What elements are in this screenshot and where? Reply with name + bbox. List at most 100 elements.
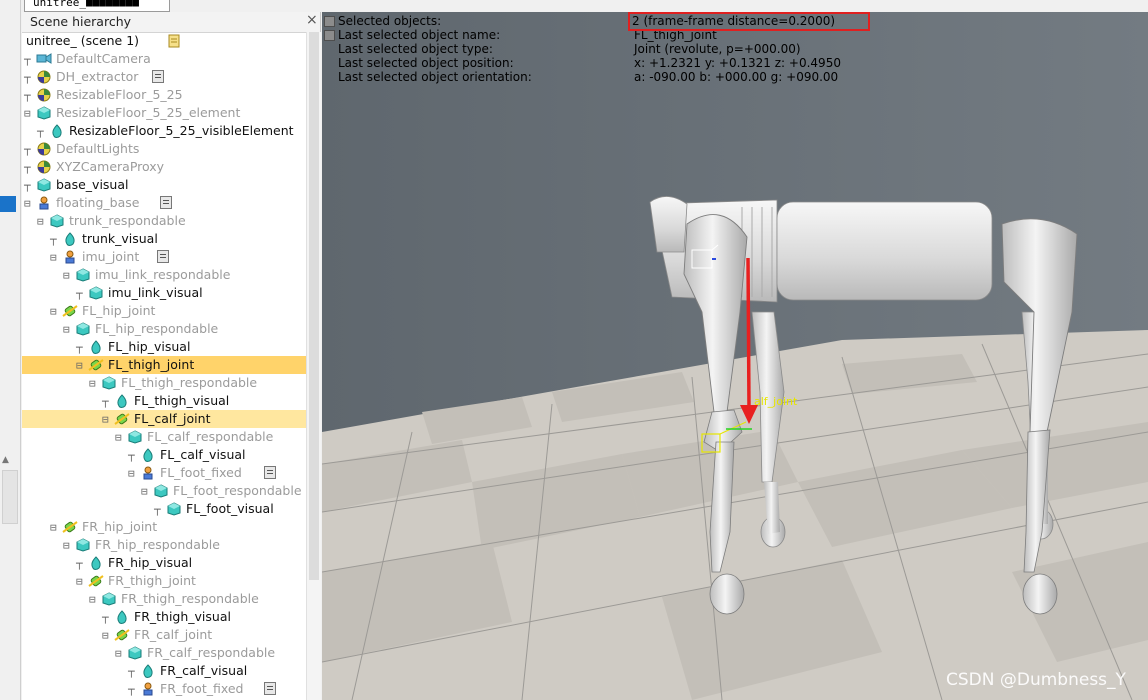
tree-item[interactable]: ⊟ FR_thigh_joint — [22, 572, 306, 590]
tree-item[interactable]: ⊟ FL_hip_joint — [22, 302, 306, 320]
tree-item[interactable]: ┬ FR_calf_visual — [22, 662, 306, 680]
tree-item[interactable]: ⊟ floating_base — [22, 194, 306, 212]
hierarchy-scrollbar[interactable] — [306, 32, 321, 700]
mesh-icon — [114, 393, 130, 409]
tree-item[interactable]: ┬ ResizableFloor_5_25 — [22, 86, 306, 104]
tree-item-label: FR_hip_respondable — [95, 537, 220, 552]
dummy-icon — [36, 141, 52, 157]
left-selection-marker — [0, 196, 16, 212]
tree-expander-icon[interactable]: ⊟ — [24, 107, 31, 120]
scene-script-icon[interactable] — [166, 33, 182, 49]
tree-expander-icon[interactable]: ┬ — [128, 449, 135, 462]
tree-item-label: imu_joint — [82, 249, 140, 264]
tree-expander-icon[interactable]: ┬ — [128, 683, 135, 696]
scrollbar-thumb[interactable] — [309, 32, 319, 580]
tree-item[interactable]: ┬ XYZCameraProxy — [22, 158, 306, 176]
tree-item[interactable]: ⊟ FL_thigh_respondable — [22, 374, 306, 392]
tree-expander-icon[interactable]: ┬ — [76, 341, 83, 354]
tree-expander-icon[interactable]: ┬ — [24, 89, 31, 102]
tree-item[interactable]: ┬ FR_thigh_visual — [22, 608, 306, 626]
left-scrollbar[interactable] — [2, 470, 18, 524]
tree-item[interactable]: ┬ ResizableFloor_5_25_visibleElement — [22, 122, 306, 140]
tree-item[interactable]: ┬ DefaultLights — [22, 140, 306, 158]
tree-item[interactable]: ┬ imu_link_visual — [22, 284, 306, 302]
tree-expander-icon[interactable]: ⊟ — [63, 323, 70, 336]
tree-expander-icon[interactable]: ⊟ — [141, 485, 148, 498]
tree-item[interactable]: ⊟ FL_thigh_joint — [22, 356, 306, 374]
tree-item[interactable]: ⊟ FL_hip_respondable — [22, 320, 306, 338]
shape-icon — [75, 537, 91, 553]
tree-expander-icon[interactable]: ┬ — [24, 53, 31, 66]
tree-expander-icon[interactable]: ⊟ — [50, 251, 57, 264]
tree-item[interactable]: ⊟ imu_joint — [22, 248, 306, 266]
tree-item[interactable]: ⊟ FR_calf_respondable — [22, 644, 306, 662]
tree-item[interactable]: ⊟ FL_foot_respondable — [22, 482, 306, 500]
tree-item[interactable]: ┬ DH_extractor — [22, 68, 306, 86]
tree-expander-icon[interactable]: ⊟ — [89, 593, 96, 606]
script-icon[interactable] — [160, 196, 172, 209]
tree-expander-icon[interactable]: ┬ — [24, 179, 31, 192]
tree-item[interactable]: ┬ FL_calf_visual — [22, 446, 306, 464]
tree-expander-icon[interactable]: ┬ — [24, 161, 31, 174]
tree-expander-icon[interactable]: ⊟ — [89, 377, 96, 390]
script-icon[interactable] — [152, 70, 164, 83]
tree-expander-icon[interactable]: ⊟ — [115, 431, 122, 444]
tree-expander-icon[interactable]: ┬ — [76, 287, 83, 300]
tree-expander-icon[interactable]: ⊟ — [115, 647, 122, 660]
info-toggle-icon[interactable] — [324, 16, 335, 27]
tree-expander-icon[interactable]: ┬ — [50, 233, 57, 246]
tree-item[interactable]: ⊟ imu_link_respondable — [22, 266, 306, 284]
tree-item[interactable]: ┬ FR_hip_visual — [22, 554, 306, 572]
script-icon[interactable] — [157, 250, 169, 263]
tree-item-label: FR_hip_visual — [108, 555, 193, 570]
tree-item[interactable]: ⊟ ResizableFloor_5_25_element — [22, 104, 306, 122]
tree-expander-icon[interactable]: ⊟ — [50, 305, 57, 318]
tree-item[interactable]: ⊟ FL_calf_respondable — [22, 428, 306, 446]
tree-item[interactable]: ┬ base_visual — [22, 176, 306, 194]
tree-item[interactable]: ⊟ FL_foot_fixed — [22, 464, 306, 482]
tree-item[interactable]: ┬ DefaultCamera — [22, 50, 306, 68]
tree-expander-icon[interactable]: ┬ — [102, 395, 109, 408]
tree-item[interactable]: unitree_ (scene 1) — [22, 32, 306, 50]
script-icon[interactable] — [264, 682, 276, 695]
tree-expander-icon[interactable]: ┬ — [154, 503, 161, 516]
tree-expander-icon[interactable]: ⊟ — [50, 521, 57, 534]
tree-expander-icon[interactable]: ⊟ — [128, 467, 135, 480]
tree-item[interactable]: ⊟ trunk_respondable — [22, 212, 306, 230]
tree-item[interactable]: ┬ trunk_visual — [22, 230, 306, 248]
tree-item[interactable]: ┬ FR_foot_fixed — [22, 680, 306, 698]
watermark-text: CSDN @Dumbness_Y — [946, 670, 1126, 690]
tree-item[interactable]: ⊟ FR_hip_joint — [22, 518, 306, 536]
tree-item[interactable]: ┬ FL_hip_visual — [22, 338, 306, 356]
tree-expander-icon[interactable]: ⊟ — [76, 575, 83, 588]
tree-expander-icon[interactable]: ┬ — [24, 143, 31, 156]
tree-item-label: FR_calf_visual — [160, 663, 248, 678]
tree-expander-icon[interactable]: ⊟ — [76, 359, 83, 372]
tree-expander-icon[interactable]: ┬ — [76, 557, 83, 570]
tree-expander-icon[interactable]: ┬ — [102, 611, 109, 624]
tree-item[interactable]: ⊟ FR_calf_joint — [22, 626, 306, 644]
tree-item[interactable]: ⊟ FL_calf_joint — [22, 410, 306, 428]
tree-expander-icon[interactable]: ┬ — [128, 665, 135, 678]
tree-expander-icon[interactable]: ⊟ — [102, 629, 109, 642]
scroll-up-arrow-icon[interactable]: ▲ — [2, 455, 9, 465]
tree-expander-icon[interactable]: ┬ — [37, 125, 44, 138]
tree-expander-icon[interactable]: ⊟ — [63, 269, 70, 282]
tree-item[interactable]: ┬ FL_foot_visual — [22, 500, 306, 518]
tree-item[interactable]: ⊟ FR_hip_respondable — [22, 536, 306, 554]
close-icon[interactable]: × — [306, 12, 318, 28]
tree-expander-icon[interactable]: ⊟ — [37, 215, 44, 228]
tree-expander-icon[interactable]: ⊟ — [102, 413, 109, 426]
tree-expander-icon[interactable]: ⊟ — [24, 197, 31, 210]
3d-viewport[interactable]: Selected objects: 2 (frame-frame distance… — [322, 12, 1148, 700]
info-value: x: +1.2321 y: +0.1321 z: +0.4950 — [634, 56, 841, 70]
tree-item[interactable]: ⊟ FR_thigh_respondable — [22, 590, 306, 608]
info-expand-icon[interactable] — [324, 30, 335, 41]
tree-item-label: XYZCameraProxy — [56, 159, 165, 174]
scene-tab[interactable]: unitree_■■■■■■■■ — [24, 0, 170, 12]
tree-expander-icon[interactable]: ┬ — [24, 71, 31, 84]
tree-expander-icon[interactable]: ⊟ — [63, 539, 70, 552]
script-icon[interactable] — [264, 466, 276, 479]
tree-item[interactable]: ┬ FL_thigh_visual — [22, 392, 306, 410]
tree-item-label: FR_thigh_joint — [108, 573, 196, 588]
